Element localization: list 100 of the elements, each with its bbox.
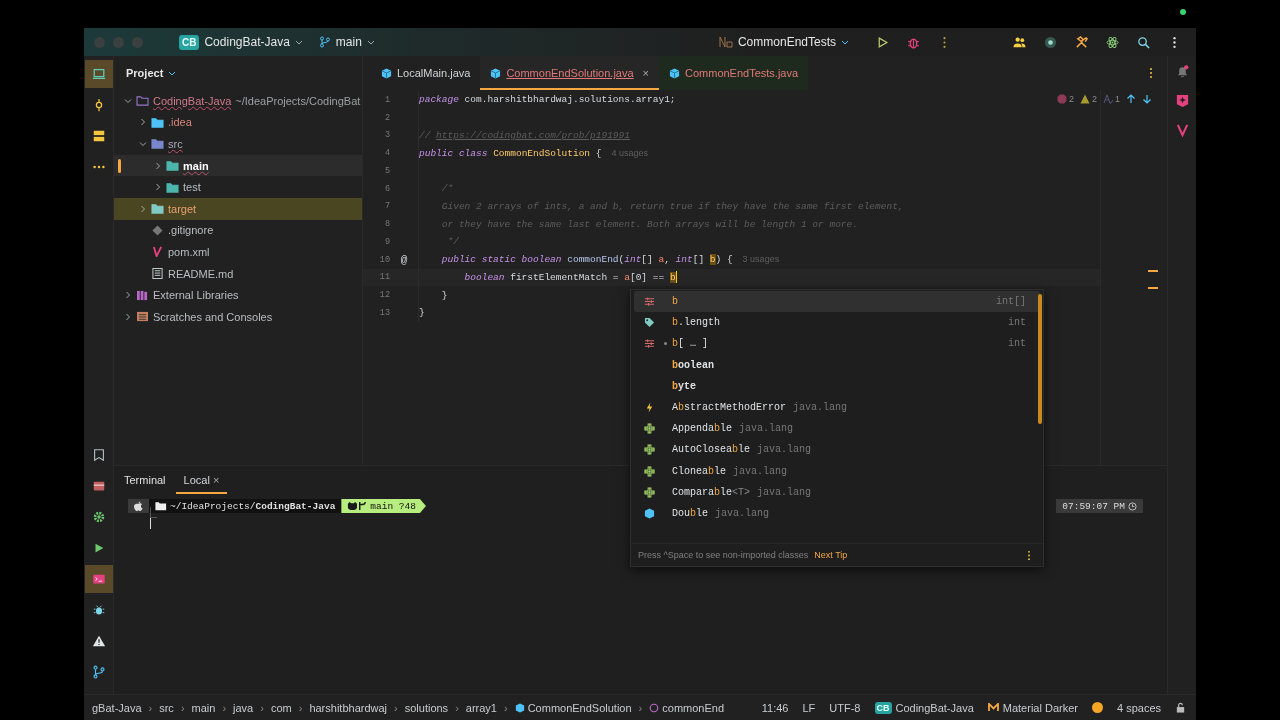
tree-item[interactable]: .gitignore — [114, 219, 362, 242]
completion-item[interactable]: Cloneable java.lang — [634, 460, 1040, 482]
completion-item[interactable]: Comparable<T> java.lang — [634, 481, 1040, 503]
laptop-icon — [91, 67, 106, 81]
v-logo-icon[interactable] — [1174, 122, 1190, 137]
close-tab-button[interactable]: × — [642, 67, 649, 79]
completion-label[interactable]: byte — [672, 380, 697, 392]
scrollbar-thumb[interactable] — [1038, 294, 1042, 424]
tree-item[interactable]: .idea — [114, 111, 362, 134]
people-icon[interactable] — [1013, 35, 1026, 49]
previous-issue-icon[interactable] — [1126, 94, 1136, 104]
breadcrumb[interactable]: main — [191, 701, 216, 714]
override-marker[interactable]: @ — [400, 253, 408, 266]
terminal-tool-button[interactable] — [84, 565, 113, 593]
completion-item[interactable]: byte — [634, 375, 1040, 397]
completion-label[interactable]: b.length — [672, 317, 721, 329]
completion-item[interactable]: AbstractMethodError java.lang — [634, 396, 1040, 419]
editor-tab[interactable]: LocalMain.java — [371, 56, 481, 90]
tree-item[interactable]: Scratches and Consoles — [114, 305, 362, 328]
tab-label[interactable]: LocalMain.java — [397, 67, 471, 79]
completion-item[interactable]: b[ … ] int — [634, 333, 1040, 355]
tree-item[interactable]: src — [114, 133, 362, 155]
tree-label[interactable]: External Libraries — [153, 289, 239, 302]
completion-label[interactable]: AbstractMethodError — [672, 402, 787, 414]
project-view-selector[interactable]: Project — [120, 66, 183, 80]
tab-label[interactable]: CommonEndTests.java — [685, 67, 799, 79]
close-tab-button[interactable]: × — [212, 474, 220, 486]
run-icon[interactable] — [876, 35, 889, 49]
tree-item[interactable]: External Libraries — [114, 284, 362, 306]
error-count[interactable]: 2 — [1056, 94, 1074, 104]
tree-label[interactable]: .idea — [168, 116, 192, 129]
breadcrumb[interactable]: array1 — [465, 701, 497, 714]
keyword: int — [624, 254, 642, 266]
tree-item[interactable]: CodingBat-Java ~/IdeaProjects/CodingBat — [114, 90, 362, 112]
editor-tab[interactable]: CommonEndSolution.java × — [480, 56, 659, 90]
tree-label[interactable]: CodingBat-Java — [153, 94, 232, 107]
tree-label[interactable]: target — [168, 202, 197, 215]
breadcrumb[interactable]: commonEnd — [649, 701, 725, 714]
run-configuration-selector[interactable]: CommonEndTests — [714, 33, 853, 51]
completion-label[interactable]: Double — [672, 507, 709, 519]
atom-icon[interactable] — [1106, 35, 1119, 49]
tree-item[interactable]: pom.xml — [114, 241, 362, 263]
indent-setting[interactable]: 4 spaces — [1116, 701, 1161, 714]
project-indicator[interactable]: CB CodingBat-Java — [874, 701, 974, 714]
project-tool-button[interactable] — [84, 60, 113, 88]
tree-item[interactable]: test — [114, 176, 362, 198]
next-issue-icon[interactable] — [1142, 94, 1152, 104]
search-icon[interactable] — [1137, 35, 1150, 49]
more-icon[interactable] — [1149, 67, 1153, 79]
tree-label[interactable]: README.md — [168, 267, 234, 280]
breadcrumb[interactable]: gBat-Java — [92, 701, 142, 714]
ai-assistant-icon[interactable] — [1174, 93, 1190, 108]
completion-item[interactable]: b int[] — [634, 291, 1040, 313]
line-separator[interactable]: LF — [802, 701, 816, 714]
completion-item[interactable]: b.length int — [634, 312, 1040, 334]
caret-position[interactable]: 11:46 — [761, 701, 789, 714]
clock-icon — [1128, 501, 1137, 511]
completion-label[interactable]: Comparable<T> — [672, 486, 751, 498]
tree-item[interactable]: target — [114, 197, 362, 220]
project-switcher[interactable]: CB CodingBat-Java — [175, 32, 307, 52]
warning-count[interactable]: 2 — [1079, 94, 1097, 104]
tab-label[interactable]: CommonEndSolution.java — [506, 67, 634, 79]
breadcrumb[interactable]: harshitbhardwaj — [309, 701, 388, 714]
completion-label[interactable]: boolean — [672, 359, 715, 371]
hammer-icon[interactable] — [1075, 35, 1088, 49]
breadcrumb[interactable]: CommonEndSolution — [514, 701, 632, 714]
file-encoding[interactable]: UTF-8 — [829, 701, 861, 714]
branch-switcher[interactable]: main — [314, 33, 379, 51]
typo-count[interactable]: 1 — [1103, 94, 1120, 104]
next-tip-link[interactable]: Next Tip — [814, 550, 848, 560]
parameter: b — [669, 271, 676, 283]
breadcrumb[interactable]: solutions — [404, 701, 449, 714]
tree-label[interactable]: .gitignore — [168, 224, 214, 237]
theme-indicator[interactable]: Material Darker — [987, 701, 1078, 714]
tree-label[interactable]: pom.xml — [168, 245, 210, 258]
completion-label[interactable]: b[ … ] — [672, 338, 709, 350]
completion-item[interactable]: Double java.lang — [634, 502, 1040, 525]
lock-icon[interactable] — [1175, 702, 1186, 713]
circle-icon[interactable] — [1044, 35, 1057, 49]
completion-label[interactable]: Appendable — [672, 423, 733, 435]
tree-label[interactable]: main — [183, 159, 209, 172]
tree-label[interactable]: Scratches and Consoles — [153, 310, 273, 323]
more-icon[interactable] — [1027, 549, 1031, 561]
tree-item[interactable]: README.md — [114, 262, 362, 285]
tree-item[interactable]: main — [114, 154, 362, 177]
completion-label[interactable]: AutoCloseable — [672, 444, 751, 456]
tree-label[interactable]: src — [168, 138, 183, 150]
breadcrumb[interactable]: java — [233, 701, 254, 714]
completion-item[interactable]: Appendable java.lang — [634, 418, 1040, 440]
completion-label[interactable]: Cloneable — [672, 465, 727, 477]
completion-item[interactable]: boolean — [634, 354, 1040, 376]
completion-label[interactable]: b — [672, 296, 678, 308]
tab-label[interactable]: Local — [183, 474, 210, 486]
tree-label[interactable]: test — [183, 181, 201, 194]
breadcrumb[interactable]: com — [270, 701, 292, 714]
editor-tab[interactable]: CommonEndTests.java — [659, 56, 809, 90]
terminal-tab[interactable]: Local × — [175, 466, 228, 494]
folder-icon — [166, 181, 179, 193]
completion-item[interactable]: AutoCloseable java.lang — [634, 439, 1040, 461]
breadcrumb[interactable]: src — [159, 701, 174, 714]
